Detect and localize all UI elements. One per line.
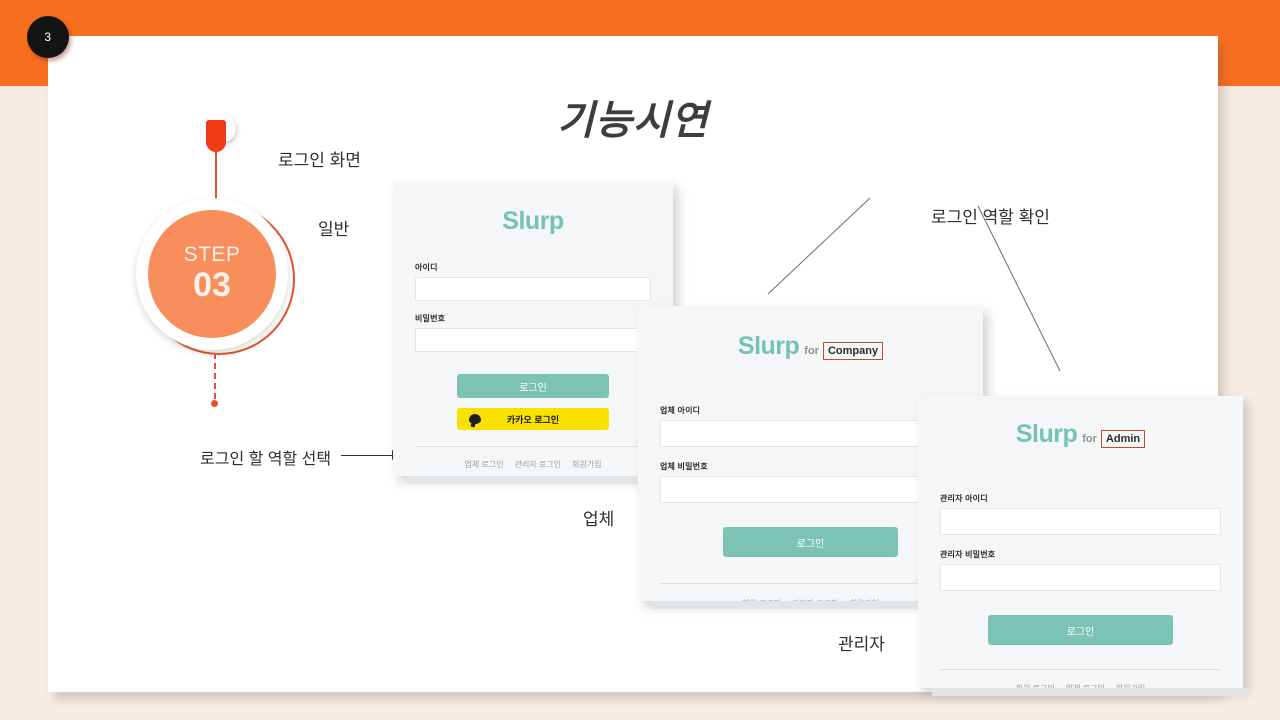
brand-logo-general: Slurp: [415, 181, 651, 236]
card-links-general: 업체 로그인 관리자 로그인 회원가입: [415, 459, 651, 470]
link-signup[interactable]: 회원가입: [572, 459, 601, 470]
link-member-login[interactable]: 회원 로그인: [1016, 683, 1055, 694]
page-number-badge: 3: [27, 16, 69, 58]
step-marker: STEP 03: [73, 58, 323, 407]
step-number: 03: [193, 266, 231, 304]
caption-login-screen: 로그인 화면: [278, 151, 361, 170]
brand-logo-company: Slurp for Company: [660, 306, 961, 361]
kakao-speech-bubble-icon: [469, 414, 481, 424]
login-button[interactable]: 로그인: [723, 527, 898, 557]
kakao-login-label: 카카오 로그인: [506, 414, 560, 425]
card-divider: [940, 669, 1221, 670]
field-label-company-password: 업체 비밀번호: [660, 462, 708, 471]
login-button[interactable]: 로그인: [457, 374, 609, 398]
brand-for-word: for: [804, 345, 819, 357]
field-group-company-id: 업체 아이디: [660, 405, 961, 447]
caption-admin: 관리자: [838, 635, 885, 654]
admin-id-input[interactable]: [940, 508, 1221, 535]
company-id-input[interactable]: [660, 420, 961, 447]
link-company-login[interactable]: 업체 로그인: [1066, 683, 1105, 694]
id-input[interactable]: [415, 277, 651, 301]
field-label-admin-id: 관리자 아이디: [940, 494, 988, 503]
caption-role-select: 로그인 할 역할 선택: [200, 451, 332, 468]
login-button[interactable]: 로그인: [988, 615, 1173, 645]
slide-page: 기능시연 STEP 03 로그인 화면 일반 업체 관리자 로그인 역할 확인 …: [48, 36, 1249, 696]
link-signup[interactable]: 회원가입: [849, 598, 878, 609]
field-group-company-password: 업체 비밀번호: [660, 461, 961, 503]
pin-stem-line: [215, 152, 217, 204]
step-dashed-line: [214, 353, 216, 399]
caption-general: 일반: [318, 220, 350, 239]
field-label-password: 비밀번호: [415, 314, 446, 323]
link-signup[interactable]: 회원가입: [1116, 683, 1145, 694]
field-group-id: 아이디: [415, 262, 651, 301]
field-group-admin-password: 관리자 비밀번호: [940, 549, 1221, 591]
field-label-admin-password: 관리자 비밀번호: [940, 550, 996, 559]
link-admin-login[interactable]: 관리자 로그인: [515, 459, 561, 470]
login-card-general: Slurp 아이디 비밀번호 로그인 카카오 로그인 업체 로그인 관리자 로그…: [393, 181, 679, 484]
login-card-admin: Slurp for Admin 관리자 아이디 관리자 비밀번호 로그인 회원 …: [918, 396, 1249, 696]
step-circle: STEP 03: [148, 210, 276, 338]
card-links-admin: 회원 로그인 업체 로그인 회원가입: [940, 683, 1221, 694]
brand-role-highlight-admin: Admin: [1100, 430, 1146, 448]
caption-company: 업체: [583, 510, 615, 529]
link-member-login[interactable]: 회원 로그인: [742, 598, 781, 609]
card-divider: [415, 446, 651, 447]
brand-name: Slurp: [1015, 420, 1078, 448]
brand-role-highlight-company: Company: [822, 342, 884, 360]
kakao-login-button[interactable]: 카카오 로그인: [457, 408, 609, 430]
caption-role-check: 로그인 역할 확인: [931, 208, 1050, 227]
brand-logo-admin: Slurp for Admin: [940, 396, 1221, 449]
admin-password-input[interactable]: [940, 564, 1221, 591]
field-label-company-id: 업체 아이디: [660, 406, 701, 415]
brand-name: Slurp: [502, 207, 564, 235]
role-select-arrow-line: [341, 455, 396, 456]
step-label: STEP: [183, 242, 241, 266]
password-input[interactable]: [415, 328, 640, 352]
link-company-login[interactable]: 업체 로그인: [465, 459, 504, 470]
field-group-admin-id: 관리자 아이디: [940, 493, 1221, 535]
brand-for-word: for: [1082, 433, 1097, 445]
step-end-dot: [211, 400, 218, 407]
card-divider: [660, 583, 961, 584]
link-admin-login[interactable]: 관리자 로그인: [792, 598, 838, 609]
pin-body-icon: [206, 120, 226, 152]
company-password-input[interactable]: [660, 476, 961, 503]
card-links-company: 회원 로그인 관리자 로그인 회원가입: [660, 598, 961, 609]
brand-name: Slurp: [737, 332, 800, 360]
field-label-id: 아이디: [415, 263, 438, 272]
field-group-password: 비밀번호: [415, 313, 651, 352]
